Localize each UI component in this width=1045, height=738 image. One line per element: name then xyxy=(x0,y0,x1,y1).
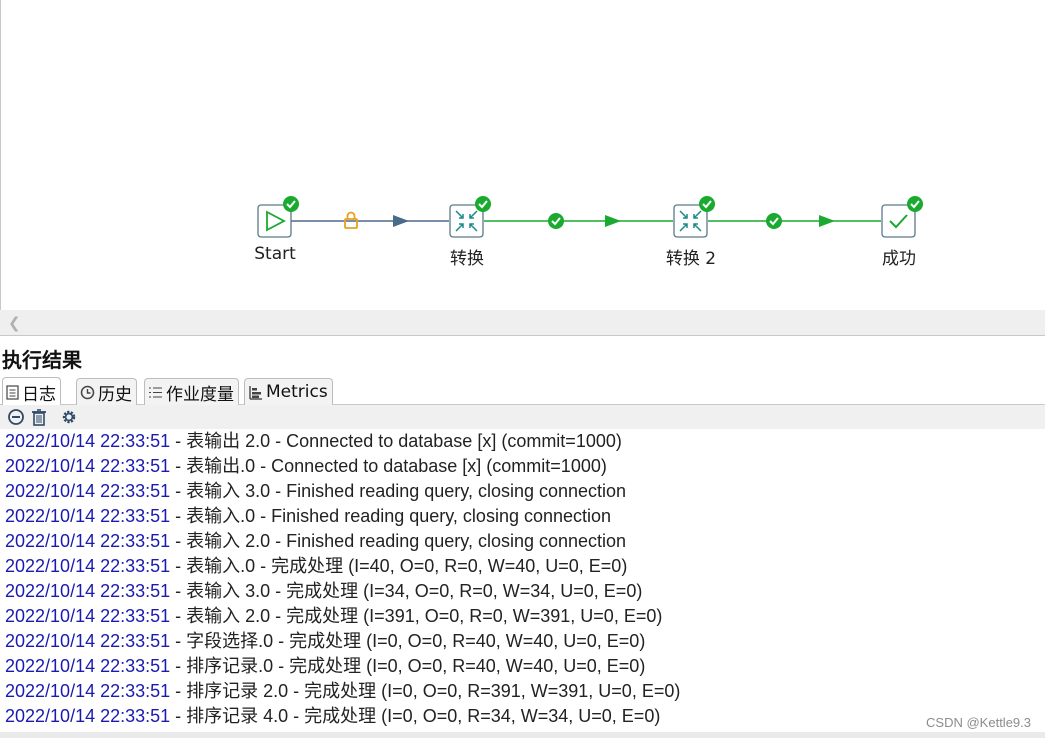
log-message: - 表输出 2.0 - Connected to database [x] (c… xyxy=(170,431,622,451)
log-timestamp: 2022/10/14 22:33:51 xyxy=(5,706,171,726)
hop-start-to-transform[interactable] xyxy=(291,215,449,227)
hop-transform-to-transform2[interactable] xyxy=(484,215,673,227)
log-line: 2022/10/14 22:33:51 - 排序记录.0 - 完成处理 (I=0… xyxy=(0,654,1045,679)
node-label-start: Start xyxy=(254,244,296,264)
log-message: - 表输入 3.0 - Finished reading query, clos… xyxy=(170,481,627,501)
success-badge-icon xyxy=(907,196,923,212)
tab-metrics-label: Metrics xyxy=(266,382,328,402)
log-timestamp: 2022/10/14 22:33:51 xyxy=(5,556,171,576)
log-line: 2022/10/14 22:33:51 - 字段选择.0 - 完成处理 (I=0… xyxy=(0,629,1045,654)
trash-icon[interactable] xyxy=(30,408,48,426)
log-timestamp: 2022/10/14 22:33:51 xyxy=(5,581,171,601)
log-line: 2022/10/14 22:33:51 - 表输入 3.0 - Finished… xyxy=(0,479,1045,504)
tab-job-metrics[interactable]: 作业度量 xyxy=(144,378,239,405)
node-label-transform-2: 转换 2 xyxy=(665,249,717,269)
log-timestamp: 2022/10/14 22:33:51 xyxy=(5,506,171,526)
success-badge-icon xyxy=(283,196,299,212)
results-title: 执行结果 xyxy=(2,348,82,372)
settings-icon[interactable] xyxy=(60,408,78,426)
results-tabbar: 日志 历史 作业度量 Metrics xyxy=(0,376,1045,406)
log-line: 2022/10/14 22:33:51 - 表输入 2.0 - 完成处理 (I=… xyxy=(0,604,1045,629)
log-line: 2022/10/14 22:33:51 - 表输入.0 - Finished r… xyxy=(0,504,1045,529)
log-message: - 字段选择.0 - 完成处理 (I=0, O=0, R=40, W=40, U… xyxy=(170,631,646,651)
success-badge-icon xyxy=(699,196,715,212)
log-timestamp: 2022/10/14 22:33:51 xyxy=(5,681,171,701)
horizontal-scrollbar[interactable]: ❮ xyxy=(0,310,1045,336)
node-label-success: 成功 xyxy=(882,249,916,269)
log-line: 2022/10/14 22:33:51 - 排序记录 2.0 - 完成处理 (I… xyxy=(0,679,1045,704)
log-line: 2022/10/14 22:33:51 - 表输出.0 - Connected … xyxy=(0,454,1045,479)
check-icon xyxy=(548,213,564,229)
log-message: - 表输入.0 - Finished reading query, closin… xyxy=(170,506,612,526)
metrics-icon xyxy=(249,385,262,400)
log-timestamp: 2022/10/14 22:33:51 xyxy=(5,431,171,451)
log-line: 2022/10/14 22:33:51 - 表输入 2.0 - Finished… xyxy=(0,529,1045,554)
node-label-transform: 转换 xyxy=(450,249,484,269)
bottom-scrollbar[interactable] xyxy=(0,732,1045,738)
log-message: - 表输出.0 - Connected to database [x] (com… xyxy=(170,456,607,476)
success-badge-icon xyxy=(475,196,491,212)
log-message: - 排序记录 4.0 - 完成处理 (I=0, O=0, R=34, W=34,… xyxy=(170,706,661,726)
log-message: - 表输入 2.0 - Finished reading query, clos… xyxy=(170,531,627,551)
check-icon xyxy=(766,213,782,229)
log-timestamp: 2022/10/14 22:33:51 xyxy=(5,656,171,676)
log-timestamp: 2022/10/14 22:33:51 xyxy=(5,531,171,551)
log-message: - 排序记录 2.0 - 完成处理 (I=0, O=0, R=391, W=39… xyxy=(170,681,681,701)
log-output[interactable]: 2022/10/14 22:33:51 - 表输出 2.0 - Connecte… xyxy=(0,429,1045,732)
log-timestamp: 2022/10/14 22:33:51 xyxy=(5,631,171,651)
log-timestamp: 2022/10/14 22:33:51 xyxy=(5,606,171,626)
log-line: 2022/10/14 22:33:51 - 表输入.0 - 完成处理 (I=40… xyxy=(0,554,1045,579)
log-message: - 排序记录.0 - 完成处理 (I=0, O=0, R=40, W=40, U… xyxy=(170,656,646,676)
log-line: 2022/10/14 22:33:51 - 表输入 3.0 - 完成处理 (I=… xyxy=(0,579,1045,604)
log-message: - 表输入 2.0 - 完成处理 (I=391, O=0, R=0, W=391… xyxy=(170,606,663,626)
tab-metrics[interactable]: Metrics xyxy=(244,378,333,405)
job-metrics-icon xyxy=(149,387,162,397)
tab-history-label: 历史 xyxy=(98,384,132,405)
history-icon xyxy=(80,385,95,399)
hop-transform2-to-success[interactable] xyxy=(708,215,881,227)
log-toolbar xyxy=(0,405,1045,429)
log-timestamp: 2022/10/14 22:33:51 xyxy=(5,481,171,501)
log-message: - 表输入.0 - 完成处理 (I=40, O=0, R=0, W=40, U=… xyxy=(170,556,628,576)
scroll-left-icon[interactable]: ❮ xyxy=(8,314,21,332)
tab-job-metrics-label: 作业度量 xyxy=(166,384,234,405)
log-line: 2022/10/14 22:33:51 - 排序记录 4.0 - 完成处理 (I… xyxy=(0,704,1045,729)
tab-log[interactable]: 日志 xyxy=(2,377,61,406)
job-canvas[interactable]: Start 转换 转换 2 成功 xyxy=(0,0,1045,310)
stop-icon[interactable] xyxy=(7,408,25,426)
log-line: 2022/10/14 22:33:51 - 表输出 2.0 - Connecte… xyxy=(0,429,1045,454)
log-timestamp: 2022/10/14 22:33:51 xyxy=(5,456,171,476)
log-icon xyxy=(6,384,19,400)
log-message: - 表输入 3.0 - 完成处理 (I=34, O=0, R=0, W=34, … xyxy=(170,581,643,601)
tab-log-label: 日志 xyxy=(22,384,56,405)
watermark: CSDN @Kettle9.3 xyxy=(926,715,1031,730)
tab-history[interactable]: 历史 xyxy=(76,378,137,405)
